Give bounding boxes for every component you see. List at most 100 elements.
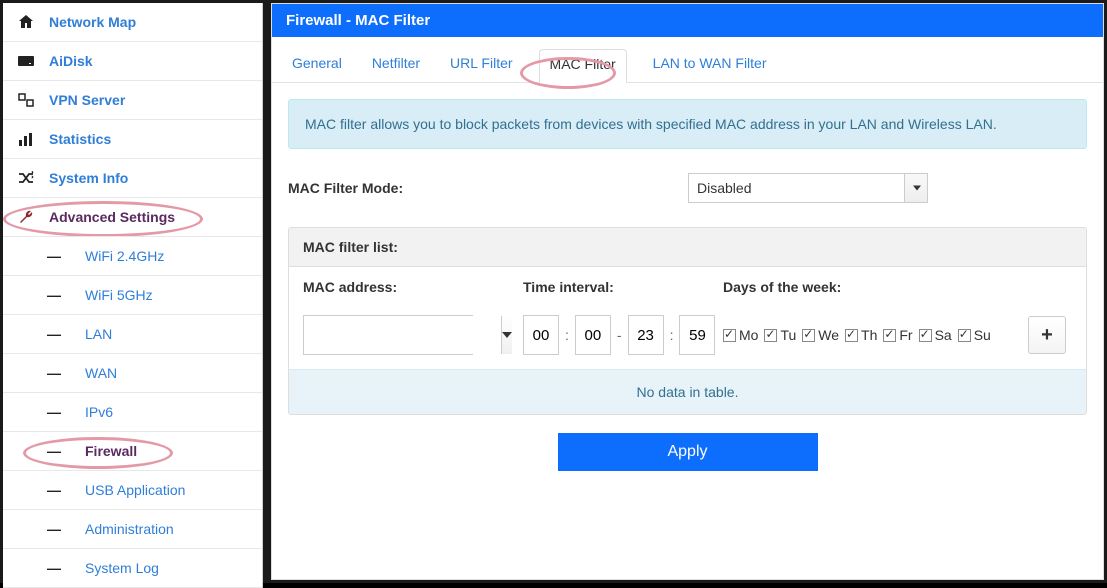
empty-message: No data in table. [289,369,1086,414]
day-we[interactable]: We [802,327,839,343]
dash: - [617,327,622,343]
sidebar-sub-label: USB Application [85,482,185,498]
dash-icon: — [47,326,59,342]
checkbox-icon[interactable] [958,329,971,342]
sidebar-sub-label: Administration [85,521,174,537]
days-group: Mo Tu We Th Fr Sa Su [723,327,1028,343]
sidebar-sub-firewall[interactable]: — Firewall [3,432,262,471]
panel-title: MAC filter list: [289,228,1086,267]
tab-lan2wan[interactable]: LAN to WAN Filter [649,49,771,82]
mode-value: Disabled [697,180,751,196]
sidebar-item-label: Statistics [49,131,111,147]
filter-input-row: : - : Mo Tu We Th [289,301,1086,369]
disk-icon [17,54,35,68]
dash-icon: — [47,443,59,459]
swap-icon [17,93,35,107]
dash-icon: — [47,521,59,537]
bars-icon [17,132,35,146]
tab-urlfilter[interactable]: URL Filter [446,49,517,82]
dash-icon: — [47,365,59,381]
sidebar-item-sysinfo[interactable]: System Info [3,159,262,198]
tab-macfilter[interactable]: MAC Filter [539,49,627,83]
day-mo[interactable]: Mo [723,327,758,343]
checkbox-icon[interactable] [845,329,858,342]
shuffle-icon [17,171,35,185]
col-mac-label: MAC address: [303,279,523,295]
day-sa[interactable]: Sa [919,327,952,343]
sidebar-item-network-map[interactable]: Network Map [3,3,262,42]
mode-label: MAC Filter Mode: [288,180,688,196]
sidebar-sub-wan[interactable]: — WAN [3,354,262,393]
info-box: MAC filter allows you to block packets f… [288,99,1087,149]
home-icon [17,14,35,30]
checkbox-icon[interactable] [802,329,815,342]
plus-icon: + [1041,324,1053,347]
sidebar-container: Network Map AiDisk VPN Server Statistics [3,3,263,580]
wrench-icon [17,209,35,225]
sidebar-section-label: Advanced Settings [49,209,175,225]
sidebar-sub-usb[interactable]: — USB Application [3,471,262,510]
sidebar-sub-label: LAN [85,326,112,342]
main-panel: Firewall - MAC Filter General Netfilter … [271,3,1104,580]
sidebar-item-aidisk[interactable]: AiDisk [3,42,262,81]
checkbox-icon[interactable] [919,329,932,342]
mac-list-panel: MAC filter list: MAC address: Time inter… [288,227,1087,415]
day-su[interactable]: Su [958,327,991,343]
mode-select[interactable]: Disabled [688,173,928,203]
time-end-hour[interactable] [628,315,664,355]
sidebar-item-label: AiDisk [49,53,93,69]
sidebar-item-statistics[interactable]: Statistics [3,120,262,159]
sidebar-section-advanced[interactable]: Advanced Settings [3,198,262,237]
sidebar-sub-label: Firewall [85,443,137,459]
time-end-min[interactable] [679,315,715,355]
add-row-button[interactable]: + [1028,316,1066,354]
day-th[interactable]: Th [845,327,877,343]
sidebar-sub-wifi5[interactable]: — WiFi 5GHz [3,276,262,315]
checkbox-icon[interactable] [764,329,777,342]
app-root: Network Map AiDisk VPN Server Statistics [0,0,1107,583]
mac-address-input[interactable] [304,316,501,354]
dash-icon: — [47,560,59,576]
colon: : [565,327,569,343]
sidebar-sub-label: IPv6 [85,404,113,420]
sidebar-item-label: System Info [49,170,128,186]
day-tu[interactable]: Tu [764,327,796,343]
dash-icon: — [47,287,59,303]
page-title: Firewall - MAC Filter [272,4,1103,37]
sidebar-item-label: Network Map [49,14,136,30]
sidebar-sub-lan[interactable]: — LAN [3,315,262,354]
day-fr[interactable]: Fr [883,327,912,343]
col-days-label: Days of the week: [723,279,1028,295]
apply-button[interactable]: Apply [558,433,818,471]
tab-bar: General Netfilter URL Filter MAC Filter … [272,37,1103,83]
chevron-down-icon [502,332,512,338]
checkbox-icon[interactable] [723,329,736,342]
sidebar-item-vpn[interactable]: VPN Server [3,81,262,120]
dash-icon: — [47,404,59,420]
list-header: MAC address: Time interval: Days of the … [289,267,1086,301]
tab-netfilter[interactable]: Netfilter [368,49,424,82]
dash-icon: — [47,248,59,264]
sidebar-sub-ipv6[interactable]: — IPv6 [3,393,262,432]
dash-icon: — [47,482,59,498]
checkbox-icon[interactable] [883,329,896,342]
col-action [1028,279,1072,295]
tab-general[interactable]: General [288,49,346,82]
sidebar: Network Map AiDisk VPN Server Statistics [3,3,263,588]
sidebar-item-label: VPN Server [49,92,125,108]
sidebar-sub-wifi24[interactable]: — WiFi 2.4GHz [3,237,262,276]
sidebar-sub-admin[interactable]: — Administration [3,510,262,549]
sidebar-sub-label: WAN [85,365,117,381]
col-time-label: Time interval: [523,279,723,295]
sidebar-sub-syslog[interactable]: — System Log [3,549,262,588]
mac-address-combo[interactable] [303,315,473,355]
colon: : [670,327,674,343]
time-start-hour[interactable] [523,315,559,355]
chevron-down-icon [913,186,921,191]
sidebar-sub-label: WiFi 2.4GHz [85,248,164,264]
sidebar-sub-label: WiFi 5GHz [85,287,153,303]
time-interval-group: : - : [523,315,723,355]
time-start-min[interactable] [575,315,611,355]
mac-dropdown-button[interactable] [501,316,512,354]
mode-row: MAC Filter Mode: Disabled [288,173,1087,203]
